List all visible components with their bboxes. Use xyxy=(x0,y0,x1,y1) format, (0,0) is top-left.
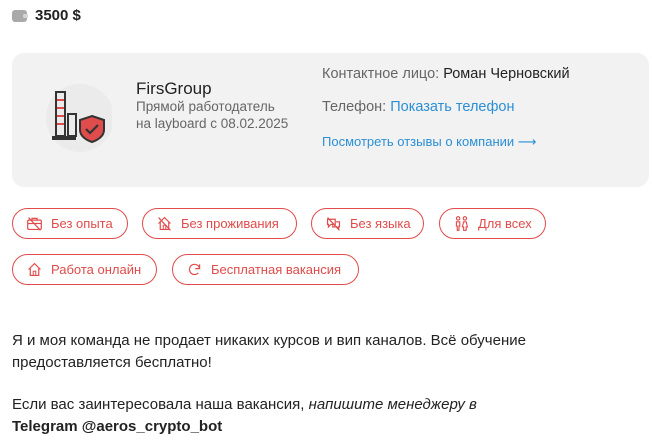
description-paragraph-1: Я и моя команда не продает никаких курсо… xyxy=(12,332,526,371)
home-icon xyxy=(28,262,41,277)
show-phone-link[interactable]: Показать телефон xyxy=(390,99,514,115)
description-paragraph-2: Если вас заинтересовала наша вакансия, н… xyxy=(12,396,477,435)
contact-name: Роман Черновский xyxy=(443,66,570,82)
company-subtitle: Прямой работодатель на layboard с 08.02.… xyxy=(136,99,289,131)
people-icon xyxy=(455,216,469,231)
speech-crossed-icon xyxy=(326,217,341,231)
telegram-handle: Telegram @aeros_crypto_bot xyxy=(12,418,223,435)
tag-no-language[interactable]: Без языка xyxy=(311,208,424,239)
phone-row: Телефон: Показать телефон xyxy=(322,99,515,115)
company-card: FirsGroup Прямой работодатель на layboar… xyxy=(12,53,649,187)
salary-row: 3500 $ xyxy=(12,7,81,24)
refresh-icon xyxy=(188,263,201,276)
tag-free-vacancy[interactable]: Бесплатная вакансия xyxy=(172,254,359,285)
briefcase-icon xyxy=(27,217,42,231)
tag-remote-work[interactable]: Работа онлайн xyxy=(12,254,157,285)
contact-person: Контактное лицо: Роман Черновский xyxy=(322,66,570,82)
tag-no-housing[interactable]: Без проживания xyxy=(142,208,297,239)
company-name: FirsGroup xyxy=(136,79,212,98)
company-reviews-link[interactable]: Посмотреть отзывы о компании ⟶ xyxy=(322,134,536,150)
company-logo-icon xyxy=(46,84,112,152)
salary-amount: 3500 $ xyxy=(35,7,81,24)
home-crossed-icon xyxy=(158,216,171,231)
tag-for-everyone[interactable]: Для всех xyxy=(439,208,546,239)
wallet-icon xyxy=(12,9,28,22)
tag-no-experience[interactable]: Без опыта xyxy=(12,208,128,239)
